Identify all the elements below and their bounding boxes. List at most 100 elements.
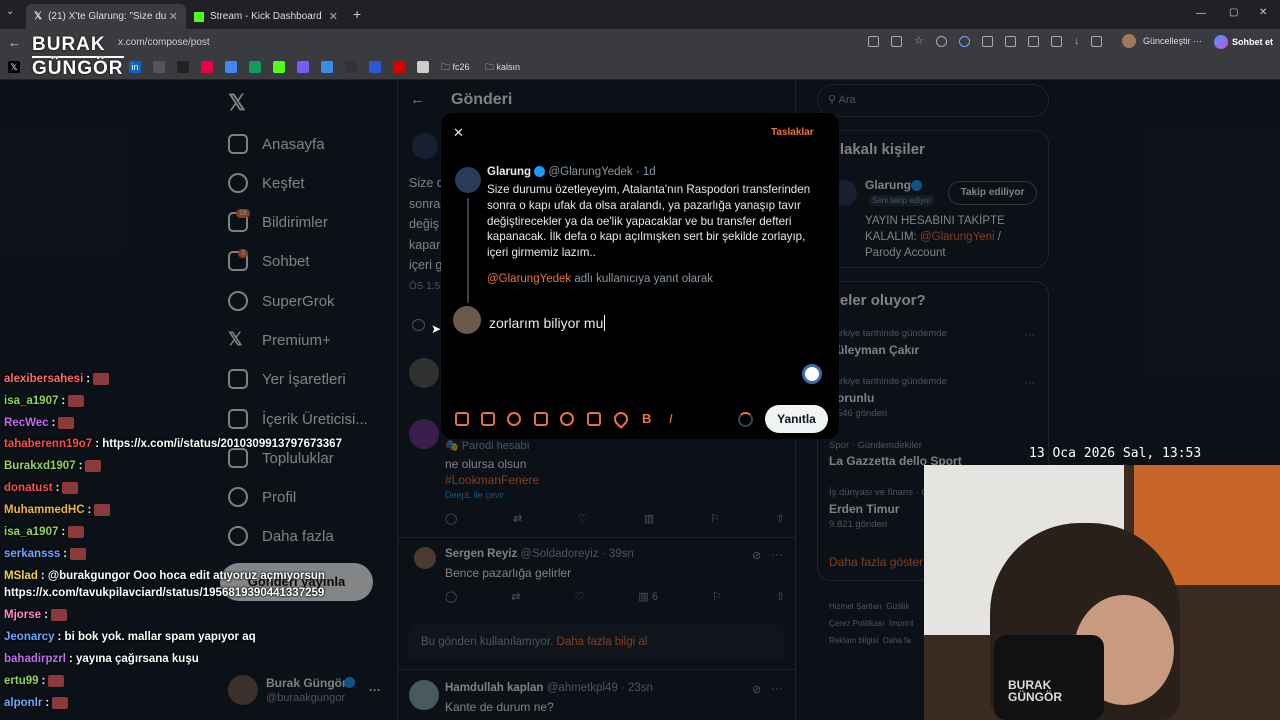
chat-emote [93,373,110,385]
italic-icon[interactable]: I [669,411,673,426]
chat-username: alponlr [4,697,43,710]
quoted-text: Size durumu özetleyeyim, Atalanta'nın Ra… [487,183,811,260]
chat-emote [48,675,65,687]
chat-emote [68,395,85,407]
chat-mouse-cursor: ➤ [431,322,442,336]
chat-username: Burakxd1907 [4,460,76,473]
bookmark-icon[interactable] [393,61,405,73]
copilot-chat-button[interactable]: Sohbet et [1214,33,1273,51]
close-modal-button[interactable]: ✕ [453,125,464,141]
thread-line [467,198,469,303]
bookmark-linkedin-icon[interactable]: in [129,61,141,73]
close-window-button[interactable]: ✕ [1259,7,1267,18]
close-tab-icon[interactable]: ✕ [329,10,338,23]
bookmark-icon[interactable] [225,61,237,73]
chat-emote [50,609,67,621]
chat-message: tahaberenn19o7: https://x.com/i/status/2… [4,438,342,450]
toolbar-icon[interactable] [1004,36,1016,47]
bookmark-icon[interactable] [177,61,189,73]
toolbar-icon[interactable] [935,36,947,47]
tab-kick-dashboard[interactable]: Stream - Kick Dashboard ✕ [186,4,346,29]
chat-username: MuhammedHC [4,504,85,517]
chat-username: MSlad [4,570,38,582]
schedule-icon[interactable] [587,412,601,426]
image-icon[interactable] [455,412,469,426]
microphone-logo: BURAK GÜNGÖR [1008,678,1062,704]
toolbar-icon[interactable] [891,36,902,47]
emoji-icon[interactable] [560,412,574,426]
grok-icon[interactable] [507,412,521,426]
chat-text: : [44,609,48,622]
reply-input[interactable]: zorlarım biliyor mu [489,315,606,331]
toolbar-icon[interactable] [1050,36,1062,47]
bookmark-icon[interactable] [369,61,381,73]
chat-message: isa_a1907: [4,395,85,408]
verified-icon [534,166,546,178]
chat-username: Mjorse [4,609,42,622]
kick-favicon-icon [194,11,204,22]
chat-username: isa_a1907 [4,526,59,539]
chat-text: : [61,526,66,539]
bookmark-folder-fc26[interactable]: 🗀 fc26 [441,60,470,76]
chat-text: : [87,504,92,517]
bookmark-icon[interactable] [153,61,165,73]
char-count-ring [738,412,753,427]
chat-message: MSlad: @burakgungor Ooo hoca edit atıyor… [4,570,325,582]
toolbar-icon[interactable] [981,36,993,47]
toolbar-icon[interactable] [1091,36,1103,47]
chat-text: https://x.com/tavukpilavciard/status/195… [4,587,325,599]
back-arrow-icon[interactable]: ← [8,35,21,50]
download-icon[interactable]: ↓ [1074,36,1080,48]
chat-text: : [63,548,68,561]
bookmark-kick-icon[interactable] [273,61,285,73]
update-button[interactable]: Güncelleştir ··· [1143,36,1202,46]
chat-text: : [78,460,83,473]
url-field[interactable]: x.com/compose/post [42,33,862,52]
profile-avatar[interactable] [1122,34,1136,48]
tab-list-icon[interactable]: ⌄ [6,6,14,17]
chat-username: Jeonarcy [4,631,55,643]
chat-emote [70,548,87,560]
chat-username: RecWec [4,417,49,430]
close-tab-icon[interactable]: ✕ [169,10,178,23]
chat-username: bahadirpzrl [4,653,66,665]
chat-message: Burakxd1907: [4,460,102,473]
reply-submit-button[interactable]: Yanıtla [765,405,828,433]
toolbar-icon[interactable] [1027,36,1039,47]
chat-emote [52,697,69,709]
minimize-button[interactable]: — [1196,8,1206,19]
toolbar-icon[interactable] [958,36,970,47]
quoted-author-line: Glarung @GlarungYedek · 1d [487,166,656,178]
maximize-button[interactable]: ▢ [1229,7,1238,18]
bookmarks-bar [0,56,1280,80]
bookmark-icon[interactable] [345,61,357,73]
bookmark-icon[interactable] [249,61,261,73]
bold-icon[interactable]: B [642,411,651,426]
bookmark-icon[interactable] [297,61,309,73]
quoted-avatar [455,167,481,193]
stream-chat: alexibersahesi: isa_a1907: RecWec: tahabere… [0,368,400,720]
toolbar-icon[interactable] [868,36,879,47]
new-tab-button[interactable]: + [353,6,361,22]
chat-emote [85,460,102,472]
bookmark-folder-kalsin[interactable]: 🗀 kalsın [485,60,520,76]
grok-enhance-icon[interactable] [802,364,822,384]
bookmark-icon[interactable] [417,61,429,73]
gif-icon[interactable] [481,412,495,426]
replying-to-handle[interactable]: @GlarungYedek [487,273,571,285]
chat-text: : @burakgungor Ooo hoca edit atıyoruz aç… [40,570,325,582]
chat-text: : [51,417,56,430]
bookmark-icon[interactable] [321,61,333,73]
poll-icon[interactable] [534,412,548,426]
tab-x-post[interactable]: 𝕏 (21) X'te Glarung: "Size durumu öz ✕ [26,4,186,29]
copilot-icon [1214,35,1228,49]
chat-text: : bi bok yok. mallar spam yapıyor aq [57,631,256,643]
chat-text: : [61,395,66,408]
bookmark-x-icon[interactable]: 𝕏 [8,61,20,73]
browser-toolbar-icons[interactable]: ☆ ↓ [868,36,1118,48]
chat-emote [58,417,75,429]
bookmark-icon[interactable] [201,61,213,73]
chat-text: : yayına çağırsana kuşu [68,653,199,665]
drafts-link[interactable]: Taslaklar [771,127,814,138]
star-icon[interactable]: ☆ [914,36,924,48]
